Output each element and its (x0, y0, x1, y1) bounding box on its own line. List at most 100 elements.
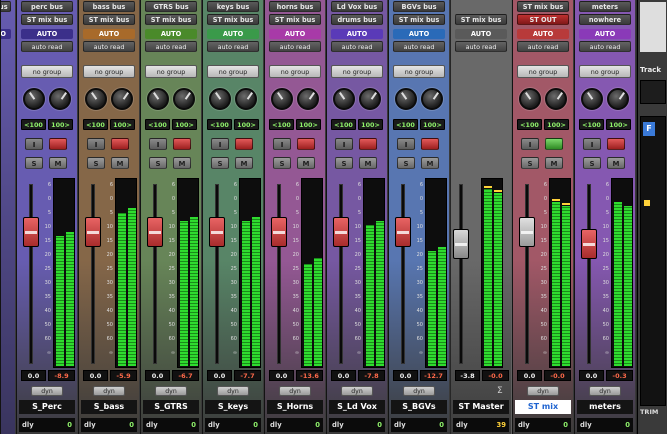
panel-button[interactable] (640, 80, 666, 104)
volume-fader[interactable] (147, 217, 163, 247)
peak-readout[interactable]: -0.0 (482, 370, 509, 381)
pan-right-readout[interactable]: 100> (172, 119, 197, 130)
record-enable-button[interactable] (49, 138, 67, 150)
track-name[interactable]: S_Horns (267, 400, 323, 414)
solo-button[interactable]: S (87, 157, 105, 169)
send-knob-left[interactable] (85, 88, 107, 110)
send-knob-left[interactable] (519, 88, 541, 110)
record-enable-button[interactable] (111, 138, 129, 150)
send-knob-right[interactable] (235, 88, 257, 110)
output-selector[interactable]: bass bus (83, 1, 135, 12)
bus-selector[interactable]: ST mix bus (393, 14, 445, 25)
automation-mode-selector[interactable]: auto read (21, 41, 73, 52)
solo-button[interactable]: S (211, 157, 229, 169)
record-enable-button[interactable] (173, 138, 191, 150)
send-knob-left[interactable] (581, 88, 603, 110)
output-selector[interactable]: GTRS bus (145, 1, 197, 12)
volume-fader[interactable] (519, 217, 535, 247)
bus-selector[interactable]: ST mix bus (207, 14, 259, 25)
mute-button[interactable]: M (111, 157, 129, 169)
track-name[interactable]: S_Ld Vox (329, 400, 385, 414)
send-knob-right[interactable] (49, 88, 71, 110)
mute-button[interactable]: M (607, 157, 625, 169)
automation-mode-selector[interactable]: auto read (393, 41, 445, 52)
volume-readout[interactable]: 0.0 (579, 370, 604, 381)
bus-selector[interactable]: ST mix bus (21, 14, 73, 25)
output-selector[interactable]: perc bus (21, 1, 73, 12)
volume-readout[interactable]: 0.0 (207, 370, 232, 381)
peak-readout[interactable]: -13.6 (296, 370, 323, 381)
automation-mode-selector[interactable]: auto read (455, 41, 507, 52)
volume-fader[interactable] (271, 217, 287, 247)
record-enable-button[interactable] (359, 138, 377, 150)
track-name[interactable]: meters (577, 400, 633, 414)
send-knob-right[interactable] (173, 88, 195, 110)
mute-button[interactable]: M (545, 157, 563, 169)
send-knob-left[interactable] (395, 88, 417, 110)
pan-right-readout[interactable]: 100> (544, 119, 569, 130)
group-selector[interactable]: no group (21, 65, 73, 78)
solo-button[interactable]: S (521, 157, 539, 169)
output-selector[interactable]: meters (579, 1, 631, 12)
solo-button[interactable]: S (273, 157, 291, 169)
group-selector[interactable]: no group (331, 65, 383, 78)
peak-readout[interactable]: -6.7 (172, 370, 199, 381)
mute-button[interactable]: M (297, 157, 315, 169)
send-knob-right[interactable] (607, 88, 629, 110)
send-knob-right[interactable] (359, 88, 381, 110)
volume-fader[interactable] (395, 217, 411, 247)
automation-mode-selector[interactable]: auto read (517, 41, 569, 52)
insert-selector[interactable]: dyn (589, 386, 621, 396)
insert-selector[interactable]: dyn (527, 386, 559, 396)
pan-left-readout[interactable]: <100 (393, 119, 418, 130)
send-knob-right[interactable] (111, 88, 133, 110)
pan-left-readout[interactable]: <100 (579, 119, 604, 130)
input-button[interactable]: I (521, 138, 539, 150)
output-selector[interactable]: keys bus (207, 1, 259, 12)
send-knob-left[interactable] (147, 88, 169, 110)
peak-readout[interactable]: -12.7 (420, 370, 447, 381)
mute-button[interactable]: M (49, 157, 67, 169)
volume-fader[interactable] (209, 217, 225, 247)
mute-button[interactable]: M (173, 157, 191, 169)
solo-button[interactable]: S (25, 157, 43, 169)
input-button[interactable]: I (211, 138, 229, 150)
pan-right-readout[interactable]: 100> (296, 119, 321, 130)
track-name[interactable]: S_bass (81, 400, 137, 414)
output-selector[interactable]: bus (1, 1, 11, 12)
pan-left-readout[interactable]: <100 (269, 119, 294, 130)
volume-readout[interactable]: 0.0 (331, 370, 356, 381)
output-selector[interactable]: Ld Vox bus (331, 1, 383, 12)
automation-mode-selector[interactable]: auto read (83, 41, 135, 52)
volume-readout[interactable]: 0.0 (145, 370, 170, 381)
input-button[interactable]: I (335, 138, 353, 150)
volume-readout[interactable]: -3.8 (455, 370, 480, 381)
group-selector[interactable]: no group (393, 65, 445, 78)
input-button[interactable]: I (149, 138, 167, 150)
pan-left-readout[interactable]: <100 (207, 119, 232, 130)
output-selector[interactable]: BGVs bus (393, 1, 445, 12)
peak-readout[interactable]: -0.0 (544, 370, 571, 381)
pan-right-readout[interactable]: 100> (358, 119, 383, 130)
volume-readout[interactable]: 0.0 (21, 370, 46, 381)
output-selector[interactable]: ST mix bus (517, 1, 569, 12)
volume-fader[interactable] (85, 217, 101, 247)
bus-selector[interactable]: drums bus (331, 14, 383, 25)
group-selector[interactable]: no group (207, 65, 259, 78)
pan-right-readout[interactable]: 100> (606, 119, 631, 130)
track-name[interactable]: ST mix (515, 400, 571, 414)
volume-readout[interactable]: 0.0 (517, 370, 542, 381)
mute-button[interactable]: M (359, 157, 377, 169)
insert-selector[interactable]: dyn (31, 386, 63, 396)
volume-fader[interactable] (453, 229, 469, 259)
record-enable-button[interactable] (545, 138, 563, 150)
output-selector[interactable]: horns bus (269, 1, 321, 12)
automation-mode-selector[interactable]: auto read (145, 41, 197, 52)
track-name[interactable]: S_BGVs (391, 400, 447, 414)
bus-selector[interactable]: nowhere (579, 14, 631, 25)
bus-selector[interactable]: ST mix bus (145, 14, 197, 25)
send-knob-left[interactable] (23, 88, 45, 110)
solo-button[interactable]: S (397, 157, 415, 169)
pan-right-readout[interactable]: 100> (110, 119, 135, 130)
input-button[interactable]: I (25, 138, 43, 150)
